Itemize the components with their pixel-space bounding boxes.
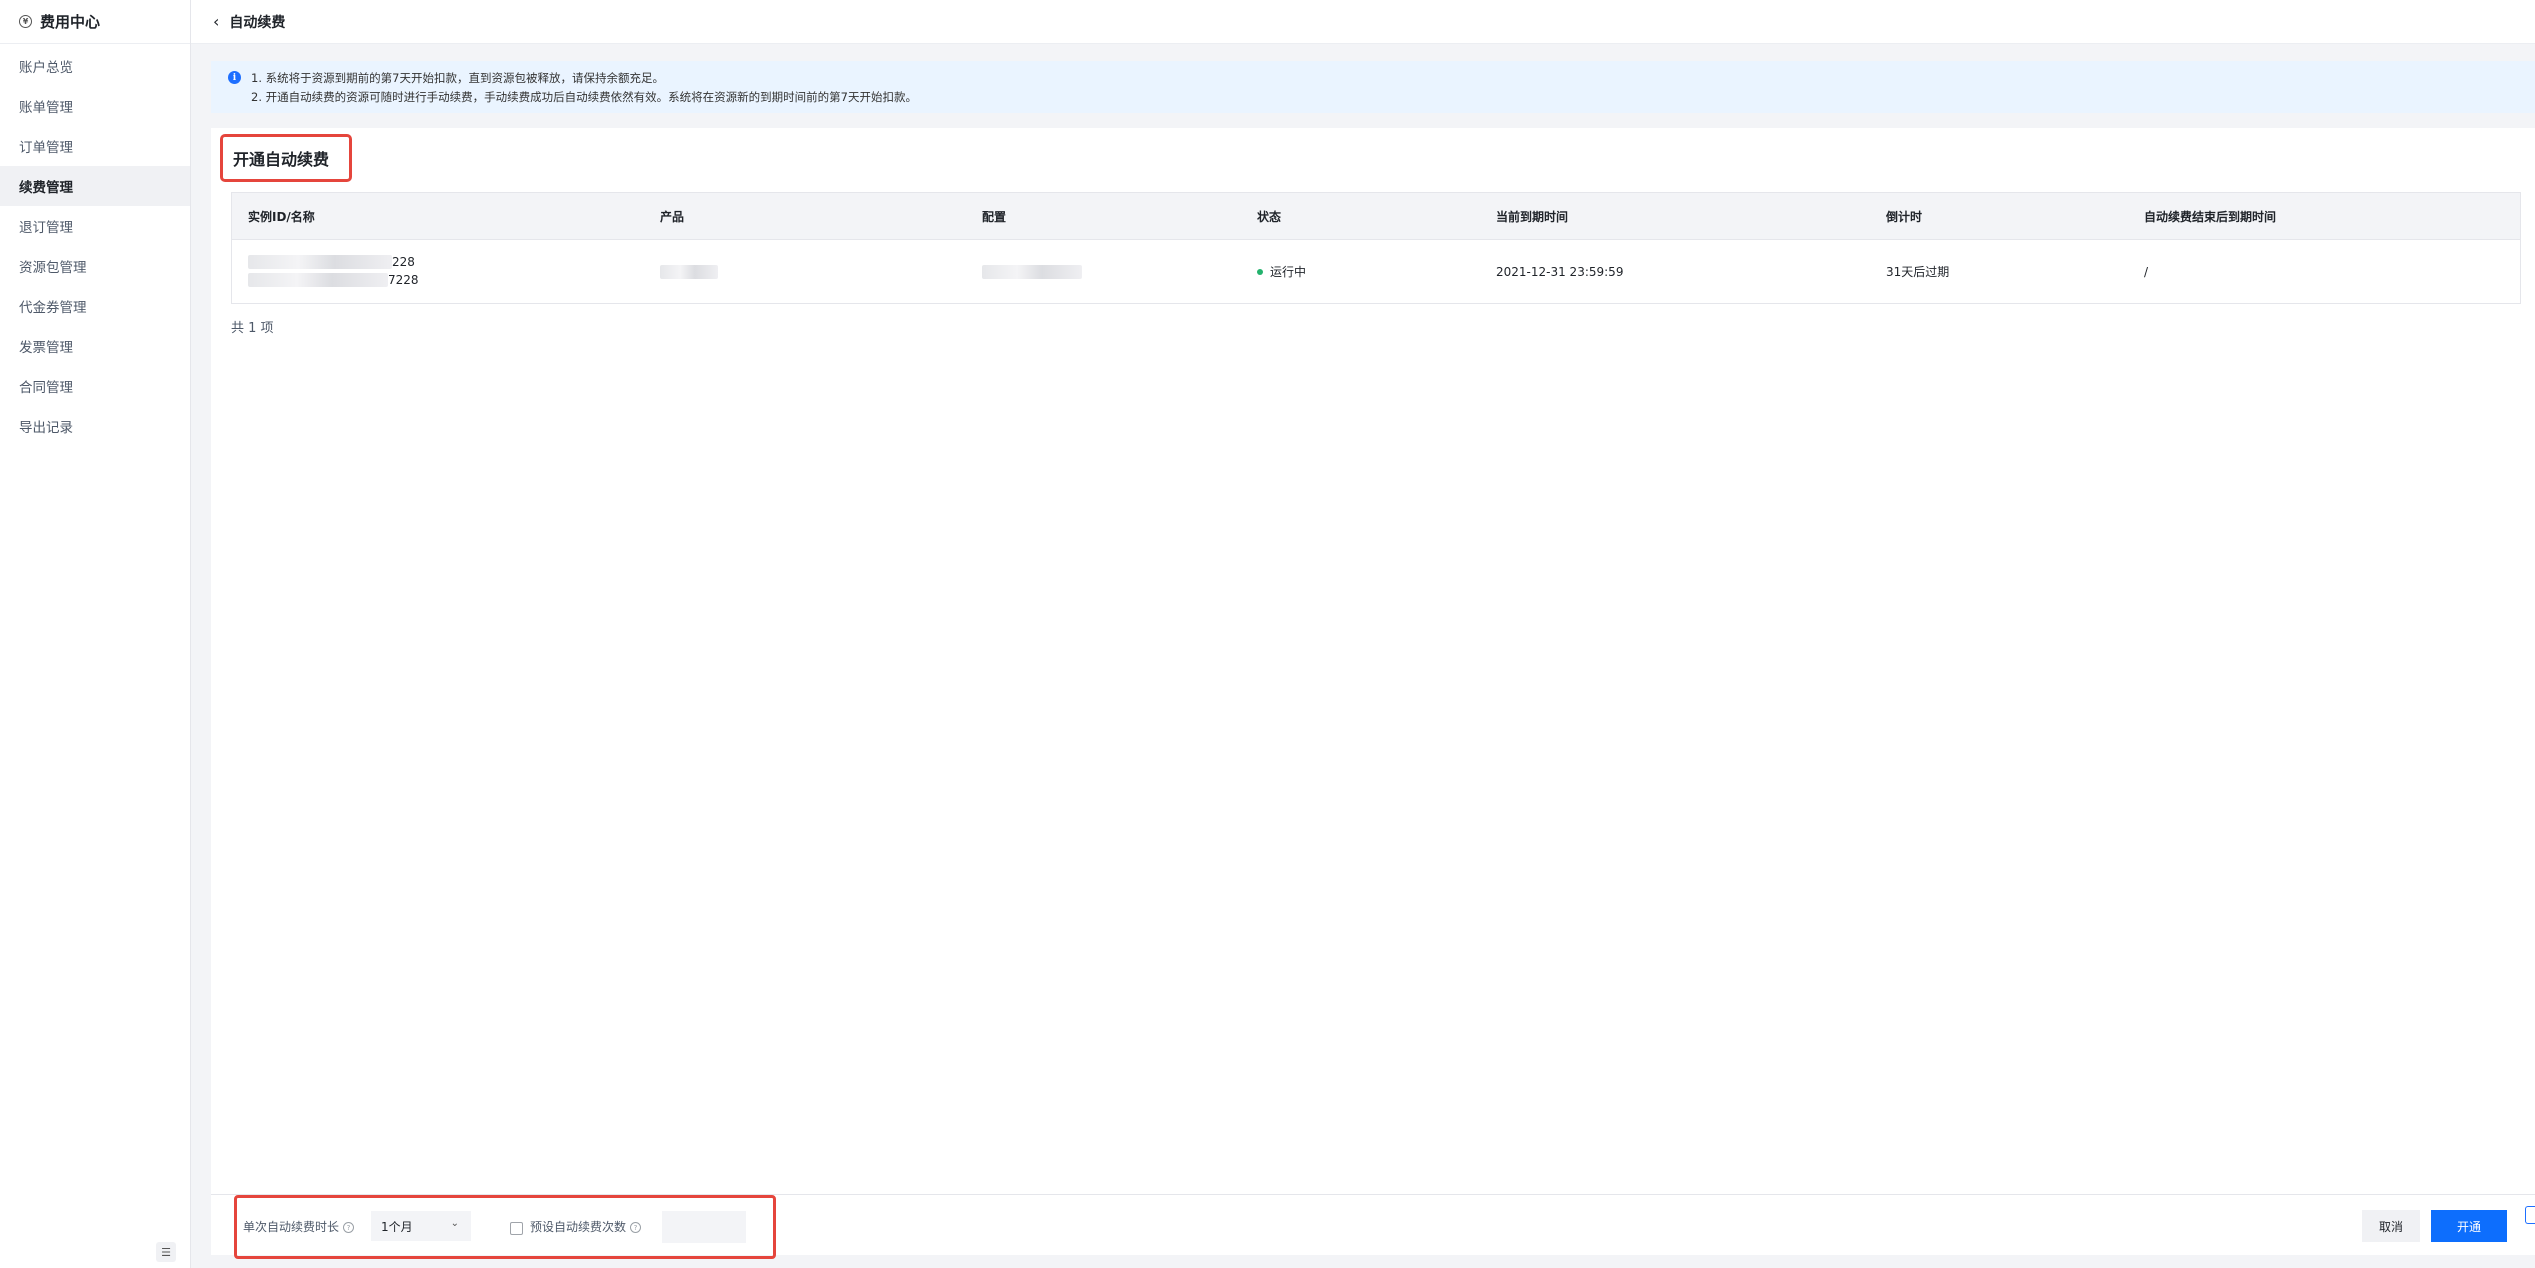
topbar: ‹ 自动续费 <box>191 0 2535 44</box>
sidebar-brand: ¥ 费用中心 <box>0 0 190 44</box>
sidebar-item-renewal-management[interactable]: 续费管理 <box>0 166 190 206</box>
status-running-dot-icon <box>1257 268 1263 275</box>
product-cell <box>660 240 718 303</box>
expire-time-cell: 2021-12-31 23:59:59 <box>1496 264 1624 279</box>
duration-label: 单次自动续费时长 <box>243 1220 340 1234</box>
sidebar-item-unsubscribe-management[interactable]: 退订管理 <box>0 206 190 246</box>
col-config: 配置 <box>982 209 1007 224</box>
sidebar-item-account-overview[interactable]: 账户总览 <box>0 46 190 86</box>
table-header: 实例ID/名称 产品 配置 状态 当前到期时间 倒计时 自动续费结束后到期时间 <box>232 193 2520 240</box>
redacted-config <box>982 264 1082 279</box>
col-countdown: 倒计时 <box>1886 209 1923 224</box>
section-title: 开通自动续费 <box>220 134 352 182</box>
duration-help-icon[interactable]: ? <box>343 1222 355 1233</box>
preset-label: 预设自动续费次数 <box>530 1220 627 1234</box>
instance-name-suffix: 7228 <box>388 273 419 287</box>
sidebar-title: 费用中心 <box>40 13 101 31</box>
col-auto-end-time: 自动续费结束后到期时间 <box>2144 209 2277 224</box>
info-icon: i <box>228 71 241 84</box>
instance-id-suffix[interactable]: 228 <box>392 255 415 269</box>
redacted-instance-id <box>248 255 392 269</box>
col-product: 产品 <box>660 209 685 224</box>
config-cell <box>982 240 1082 303</box>
sidebar-item-export-records[interactable]: 导出记录 <box>0 406 190 446</box>
renewal-table: 实例ID/名称 产品 配置 状态 当前到期时间 倒计时 自动续费结束后到期时间 … <box>231 192 2521 304</box>
countdown-cell: 31天后过期 <box>1886 265 1950 279</box>
duration-select[interactable]: 1个月 ⌄ <box>371 1211 471 1241</box>
renewal-count-input[interactable] <box>662 1211 746 1243</box>
sidebar-item-order-management[interactable]: 订单管理 <box>0 126 190 166</box>
back-arrow-icon[interactable]: ‹ <box>213 12 219 31</box>
table-row: 228 7228 运行中 2021-12-31 23:59:59 31天后过期 … <box>232 240 2520 303</box>
col-expire-time: 当前到期时间 <box>1496 209 1569 224</box>
preset-renewal-count-checkbox[interactable] <box>510 1222 523 1235</box>
sidebar-item-invoice-management[interactable]: 发票管理 <box>0 326 190 366</box>
info-notice: i 1. 系统将于资源到期前的第7天开始扣款，直到资源包被释放，请保持余额充足。… <box>211 61 2535 113</box>
enable-button[interactable]: 开通 <box>2431 1210 2507 1242</box>
instance-id-cell: 228 7228 <box>248 253 419 289</box>
status-cell: 运行中 <box>1257 240 1306 303</box>
sidebar-item-resource-package-management[interactable]: 资源包管理 <box>0 246 190 286</box>
sidebar-item-contract-management[interactable]: 合同管理 <box>0 366 190 406</box>
col-status: 状态 <box>1257 209 1282 224</box>
sidebar-item-voucher-management[interactable]: 代金券管理 <box>0 286 190 326</box>
status-text: 运行中 <box>1270 265 1307 279</box>
notice-line-2: 2. 开通自动续费的资源可随时进行手动续费，手动续费成功后自动续费依然有效。系统… <box>251 90 917 104</box>
page-title: 自动续费 <box>229 14 286 31</box>
chevron-down-icon: ⌄ <box>450 1218 459 1229</box>
sidebar-item-bill-management[interactable]: 账单管理 <box>0 86 190 126</box>
notice-line-1: 1. 系统将于资源到期前的第7天开始扣款，直到资源包被释放，请保持余额充足。 <box>251 71 664 85</box>
preset-label-group: 预设自动续费次数? <box>530 1218 642 1235</box>
sidebar: ¥ 费用中心 账户总览 账单管理 订单管理 续费管理 退订管理 资源包管理 代金… <box>0 0 191 1268</box>
auto-end-time-cell: / <box>2144 264 2149 279</box>
billing-icon: ¥ <box>19 15 32 28</box>
cancel-button[interactable]: 取消 <box>2362 1210 2420 1242</box>
duration-select-value: 1个月 <box>381 1219 413 1234</box>
duration-label-group: 单次自动续费时长? <box>243 1218 355 1235</box>
col-instance-id: 实例ID/名称 <box>248 209 315 224</box>
preset-help-icon[interactable]: ? <box>630 1222 642 1233</box>
redacted-product <box>660 264 718 279</box>
collapse-sidebar-icon[interactable]: ☰ <box>156 1242 176 1262</box>
table-total-count: 共 1 项 <box>231 321 274 336</box>
redacted-instance-name <box>248 273 388 287</box>
side-panel-icon[interactable] <box>2525 1206 2535 1224</box>
